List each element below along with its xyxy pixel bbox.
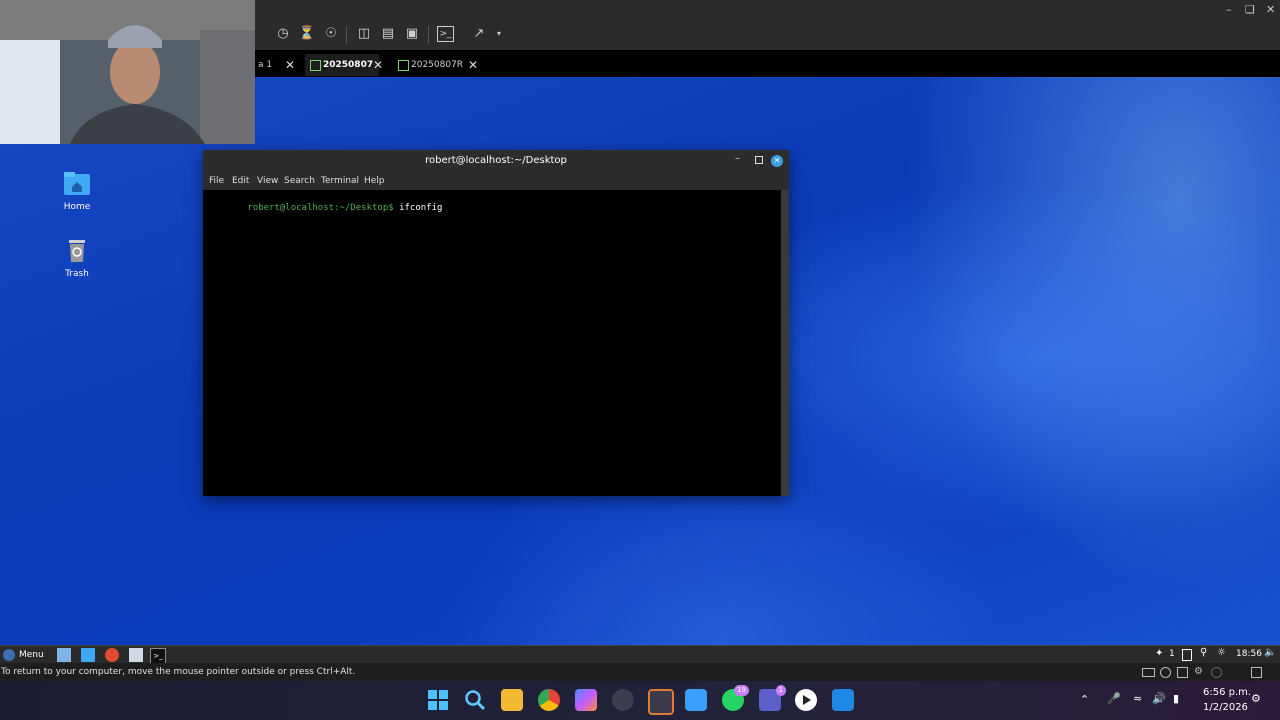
terminal-output[interactable]: robert@localhost:~/Desktop$ ifconfig	[203, 190, 781, 496]
network-icon[interactable]: ⚲	[1200, 647, 1207, 658]
restore-icon[interactable]: ❏	[1245, 3, 1255, 16]
tab-label: 20250807R	[411, 60, 464, 70]
minimize-icon[interactable]: –	[735, 153, 740, 164]
copilot-icon[interactable]	[575, 689, 597, 711]
terminal-title-bar[interactable]: robert@localhost:~/Desktop – ✕	[203, 150, 789, 172]
fullscreen-icon[interactable]: ▣	[403, 26, 421, 42]
fedora-logo-icon	[3, 648, 15, 661]
close-icon[interactable]: ✕	[373, 54, 383, 76]
menu-view[interactable]: View	[257, 172, 278, 190]
webcam-overlay	[0, 0, 255, 144]
microphone-icon[interactable]: 🎤	[1107, 692, 1121, 705]
desktop-icon-home[interactable]: Home	[47, 170, 107, 212]
workspace-indicator[interactable]: 1	[1169, 649, 1175, 659]
menu-button[interactable]: Menu	[3, 647, 44, 663]
notification-badge: 1	[775, 685, 786, 696]
thumbnail-bar-icon[interactable]: ▤	[379, 26, 397, 42]
terminal-scrollbar[interactable]	[781, 190, 789, 496]
maximize-icon[interactable]	[755, 156, 763, 164]
chevron-up-icon[interactable]: ⌃	[1080, 693, 1089, 706]
media-player-icon[interactable]	[795, 689, 817, 711]
clock-time[interactable]: 6:56 p.m.	[1203, 687, 1251, 698]
menu-search[interactable]: Search	[284, 172, 315, 190]
menu-help[interactable]: Help	[364, 172, 385, 190]
stretch-guest-icon[interactable]: ↗	[470, 26, 488, 42]
usb-icon[interactable]: ⚙	[1194, 663, 1203, 681]
terminal-menu-bar: File Edit View Search Terminal Help	[203, 172, 789, 190]
tab-vm-1[interactable]: a 1	[252, 54, 278, 76]
terminal-task-icon[interactable]: >_	[150, 648, 166, 664]
menu-label: Menu	[19, 650, 44, 660]
vmware-status-bar: To return to your computer, move the mou…	[0, 663, 1280, 681]
console-view-icon[interactable]: >_	[437, 26, 454, 42]
home-folder-icon	[63, 170, 91, 196]
hard-disk-icon[interactable]	[1142, 668, 1155, 677]
volume-icon[interactable]: 🔊	[1152, 692, 1166, 705]
wifi-icon[interactable]: ≈	[1133, 692, 1142, 705]
windows-taskbar: 19 1 ⌃ 🎤 ≈ 🔊 ▮ 6:56 p.m. 1/2/2026 ⚙	[0, 681, 1280, 720]
guest-desktop[interactable]: Home Trash robert@localhost:~/Desktop – …	[0, 77, 1280, 645]
snapshot-icon[interactable]: ◷	[274, 26, 292, 42]
vmware-icon[interactable]	[648, 689, 674, 715]
shell-command: ifconfig	[393, 203, 443, 213]
battery-icon[interactable]: ▮	[1173, 692, 1179, 705]
menu-edit[interactable]: Edit	[232, 172, 249, 190]
file-explorer-icon[interactable]	[501, 689, 523, 711]
menu-file[interactable]: File	[209, 172, 224, 190]
message-log-icon[interactable]	[1251, 667, 1262, 678]
desktop-icon-trash[interactable]: Trash	[47, 237, 107, 279]
trash-icon	[63, 237, 91, 263]
firefox-icon[interactable]	[105, 648, 119, 662]
clipboard-icon[interactable]	[1182, 649, 1192, 661]
brightness-icon[interactable]: ☼	[1217, 647, 1226, 658]
notepad-icon[interactable]	[685, 689, 707, 711]
sound-card-icon[interactable]	[1211, 667, 1222, 678]
whatsapp-icon[interactable]: 19	[722, 685, 749, 711]
clock-date[interactable]: 1/2/2026	[1203, 702, 1248, 713]
revert-snapshot-icon[interactable]: ⏳	[298, 26, 316, 42]
network-adapter-icon[interactable]	[1177, 667, 1188, 678]
guest-taskbar: Menu >_ ✦ 1 ⚲ ☼ 18:56 🔈	[0, 645, 1280, 664]
window-title: robert@localhost:~/Desktop	[425, 155, 567, 166]
chrome-icon[interactable]	[538, 689, 560, 711]
webcam-feed-image	[0, 0, 255, 144]
sidebar-toggle-icon[interactable]: ◫	[355, 26, 373, 42]
tab-vm-20250807[interactable]: 20250807	[305, 54, 380, 76]
volume-icon[interactable]: 🔈	[1264, 647, 1276, 658]
notification-badge: 19	[734, 685, 749, 696]
vm-icon	[398, 60, 409, 71]
desktop-icon-label: Trash	[65, 269, 89, 279]
terminal-window[interactable]: robert@localhost:~/Desktop – ✕ File Edit…	[203, 150, 789, 496]
minimize-icon[interactable]: –	[1226, 3, 1232, 16]
chevron-down-icon[interactable]: ▾	[490, 26, 508, 42]
close-icon[interactable]: ✕	[771, 155, 783, 167]
close-icon[interactable]: ✕	[285, 54, 295, 76]
text-editor-icon[interactable]	[129, 648, 143, 662]
notification-center-icon[interactable]: ⚙	[1251, 692, 1261, 705]
tab-label: 20250807	[323, 60, 374, 70]
guest-clock[interactable]: 18:56	[1236, 649, 1262, 659]
close-icon[interactable]: ✕	[1266, 3, 1275, 16]
status-message: To return to your computer, move the mou…	[1, 667, 356, 677]
vm-icon	[310, 60, 321, 71]
tab-vm-20250807r[interactable]: 20250807R	[393, 54, 469, 76]
snapshot-manager-icon[interactable]: ☉	[322, 26, 340, 42]
file-manager-icon[interactable]	[81, 648, 95, 662]
notification-icon[interactable]: ✦	[1155, 648, 1163, 659]
close-icon[interactable]: ✕	[468, 54, 478, 76]
windows-start-icon[interactable]	[427, 689, 449, 711]
photos-icon[interactable]	[832, 689, 854, 711]
search-icon[interactable]	[464, 689, 486, 711]
teams-icon[interactable]: 1	[759, 685, 786, 711]
show-desktop-icon[interactable]	[57, 648, 71, 662]
shell-prompt: robert@localhost:~/Desktop$	[247, 203, 394, 213]
app-icon[interactable]	[612, 689, 634, 711]
menu-terminal[interactable]: Terminal	[321, 172, 359, 190]
cd-drive-icon[interactable]	[1160, 667, 1171, 678]
desktop-icon-label: Home	[63, 202, 91, 212]
